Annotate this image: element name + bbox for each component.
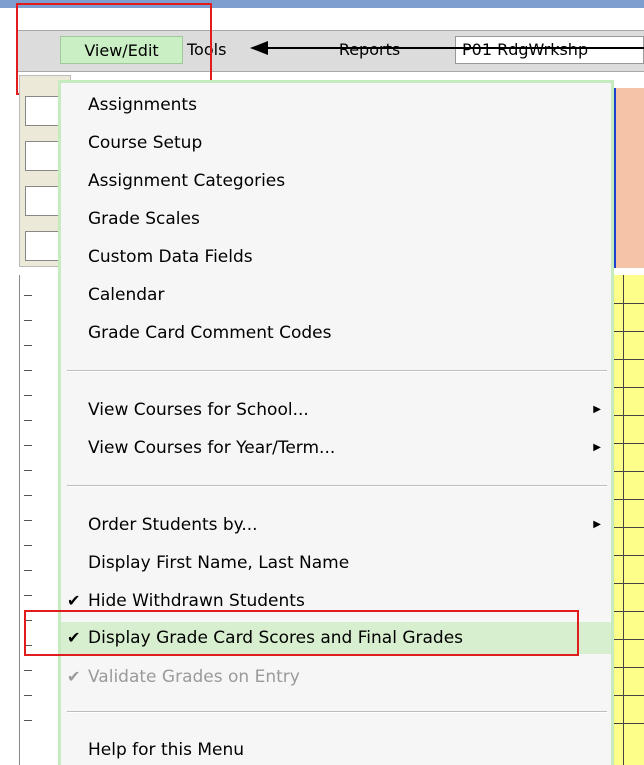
menu-separator (67, 370, 607, 372)
menu-separator (67, 711, 607, 713)
menu-item-label: View Courses for Year/Term... (88, 438, 336, 458)
menu-item-custom-data-fields[interactable]: Custom Data Fields (61, 242, 611, 272)
grid-divider (613, 415, 644, 416)
menu-item-view-courses-year-term[interactable]: View Courses for Year/Term... ▶ (61, 433, 611, 463)
score-grid (613, 275, 644, 765)
list-item (24, 695, 32, 696)
menu-item-label: Calendar (88, 285, 165, 305)
list-item (24, 520, 32, 521)
list-item (24, 370, 32, 371)
menu-item-label: Display First Name, Last Name (88, 553, 350, 573)
grid-divider (613, 303, 644, 304)
grid-divider (613, 723, 644, 724)
menu-item-grade-card-comment-codes[interactable]: Grade Card Comment Codes (61, 318, 611, 348)
menu-item-label: Assignment Categories (88, 171, 286, 191)
list-item (24, 295, 32, 296)
menu-item-assignments[interactable]: Assignments (61, 90, 611, 120)
list-item (24, 345, 32, 346)
list-item (24, 720, 32, 721)
grid-divider (613, 555, 644, 556)
grid-divider (613, 639, 644, 640)
menu-item-label: View Courses for School... (88, 400, 309, 420)
menu-item-label: Order Students by... (88, 515, 258, 535)
menu-item-label: Course Setup (88, 133, 203, 153)
submenu-arrow-icon: ▶ (593, 519, 601, 530)
annotation-arrow (250, 41, 644, 55)
list-item (24, 470, 32, 471)
menu-item-label: Help for this Menu (88, 740, 245, 760)
menu-item-label: Grade Card Comment Codes (88, 323, 332, 343)
list-item (24, 495, 32, 496)
grid-divider (613, 695, 644, 696)
grid-divider (613, 359, 644, 360)
list-item (24, 395, 32, 396)
submenu-arrow-icon: ▶ (593, 442, 601, 453)
grid-header-panel (613, 88, 644, 268)
menu-item-label: Assignments (88, 95, 197, 115)
menu-item-help[interactable]: Help for this Menu (61, 735, 611, 765)
annotation-highlight-grade-card-scores (24, 610, 579, 656)
menu-separator (67, 485, 607, 487)
list-item (24, 420, 32, 421)
grid-divider (613, 499, 644, 500)
menu-item-view-courses-school[interactable]: View Courses for School... ▶ (61, 395, 611, 425)
list-item (24, 320, 32, 321)
menu-item-calendar[interactable]: Calendar (61, 280, 611, 310)
menu-item-label: Custom Data Fields (88, 247, 253, 267)
grid-divider (613, 387, 644, 388)
list-item (24, 670, 32, 671)
grid-divider (623, 275, 624, 765)
grid-divider (613, 471, 644, 472)
list-item (24, 595, 32, 596)
view-edit-dropdown: Assignments Course Setup Assignment Cate… (58, 80, 614, 765)
menu-item-label: Grade Scales (88, 209, 200, 229)
menu-item-display-first-last[interactable]: Display First Name, Last Name (61, 548, 611, 578)
checkmark-icon: ✔ (67, 667, 81, 686)
list-item (24, 570, 32, 571)
submenu-arrow-icon: ▶ (593, 404, 601, 415)
grid-divider (613, 527, 644, 528)
list-item (24, 445, 32, 446)
menu-item-course-setup[interactable]: Course Setup (61, 128, 611, 158)
grid-divider (613, 583, 644, 584)
grid-divider (613, 443, 644, 444)
grid-divider (613, 611, 644, 612)
grid-divider (613, 331, 644, 332)
menu-item-assignment-categories[interactable]: Assignment Categories (61, 166, 611, 196)
menu-item-order-students[interactable]: Order Students by... ▶ (61, 510, 611, 540)
grid-divider (613, 667, 644, 668)
menu-item-grade-scales[interactable]: Grade Scales (61, 204, 611, 234)
menu-item-validate-grades: ✔ Validate Grades on Entry (61, 662, 611, 692)
list-item (24, 545, 32, 546)
menu-item-label: Validate Grades on Entry (88, 667, 300, 687)
